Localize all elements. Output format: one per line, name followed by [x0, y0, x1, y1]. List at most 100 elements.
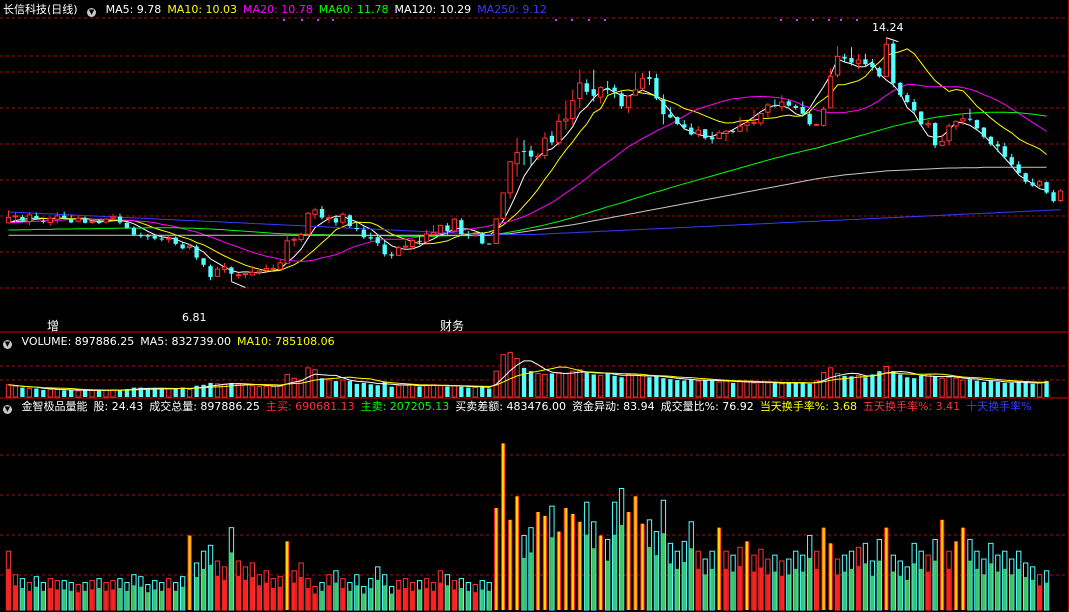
candle-body-up — [214, 268, 221, 277]
volume-bar-up — [75, 390, 81, 398]
indicator-bar-fill — [905, 579, 909, 610]
candle-body-down — [612, 87, 617, 92]
indicator-bar-fill — [369, 588, 373, 610]
volume-bar-up — [639, 375, 646, 398]
candle-body-down — [131, 227, 137, 235]
high-price-value: 14.24 — [872, 21, 904, 34]
candle-body-down — [1030, 182, 1035, 186]
marker-zeng[interactable]: 增 — [47, 319, 65, 333]
volume-bar-down — [173, 388, 178, 397]
candle-body-down — [208, 266, 213, 277]
volume-bar-down — [584, 372, 589, 397]
indicator-bar-fill — [201, 568, 206, 610]
indicator-bar-fill — [264, 582, 268, 610]
candle-body-down — [661, 99, 666, 115]
candle-body-up — [1057, 190, 1064, 201]
candle-body-up — [437, 224, 444, 234]
candle-body-down — [1016, 164, 1021, 173]
volume-bar-down — [863, 377, 868, 397]
volume-bar-up — [716, 381, 722, 398]
volume-bar-down — [800, 382, 805, 397]
indicator-bar-fill — [842, 571, 847, 610]
candle-body-down — [368, 237, 373, 239]
indicator-bar-fill — [773, 571, 777, 610]
candle-body-down — [1009, 157, 1014, 165]
price-header: 长信科技(日线) ▼ MA5: 9.78 MA10: 10.03 MA20: 10.… — [3, 3, 559, 17]
volume-bar-up — [535, 373, 541, 398]
indicator-collapse-icon[interactable]: ▼ — [3, 405, 12, 414]
candles — [5, 19, 1064, 289]
candle-body-down — [445, 225, 450, 232]
candle-body-up — [186, 245, 193, 248]
indicator-bar-fill — [968, 560, 972, 610]
indicator-bar-fill — [417, 589, 422, 610]
volume-bar-up — [54, 388, 60, 398]
volume-collapse-icon[interactable]: ▼ — [3, 340, 12, 349]
volume-bar-down — [661, 378, 666, 397]
indicator-legend: 金智极品量能 股: 24.43 成交总量: 897886.25 主买: 690681.… — [22, 400, 1038, 413]
volume-bar-down — [932, 376, 938, 397]
candle-body-down — [466, 234, 471, 236]
candle-body-up — [54, 215, 60, 220]
volume-bar-up — [326, 379, 332, 398]
indicator-bar-fill — [445, 585, 450, 610]
indicator-bar-fill — [870, 575, 875, 610]
volume-bar-up — [47, 388, 53, 398]
volume-bar-down — [682, 380, 687, 397]
candle-body-up — [500, 192, 506, 220]
volume-bar-up — [110, 389, 116, 398]
indicator-bar-fill — [473, 592, 477, 610]
candle-body-up — [639, 78, 646, 89]
candle-body-down — [194, 246, 199, 258]
indicator-bar-fill — [83, 590, 87, 610]
volume-bar-up — [242, 384, 249, 398]
indicator-bar-fill — [856, 566, 861, 610]
volume-bar-up — [542, 373, 548, 398]
indicator-bar-fill — [1017, 568, 1021, 610]
indicator-bar-fill — [863, 563, 868, 610]
marker-cai[interactable]: 财务 — [440, 319, 470, 333]
stock-chart — [0, 0, 1069, 612]
indicator-bar-strong-inner — [564, 508, 568, 610]
low-label: 6.81 — [182, 311, 213, 325]
indicator-bar-strong-inner — [578, 521, 581, 610]
volume-bar-down — [1030, 383, 1035, 397]
signal-dot — [812, 19, 814, 21]
indicator-bar-fill — [125, 590, 129, 610]
volume-bar-up — [249, 385, 255, 398]
candle-body-up — [765, 104, 771, 113]
candle-body-up — [451, 218, 458, 232]
indicator-bar-fill — [243, 579, 248, 610]
candle-body-down — [69, 218, 74, 223]
indicator-bar-fill — [919, 568, 923, 610]
candle-body-down — [354, 228, 359, 230]
collapse-icon[interactable]: ▼ — [87, 8, 97, 17]
indicator-bar-fill — [146, 592, 150, 610]
indicator-bar-fill — [306, 588, 310, 610]
candle-body-up — [256, 270, 262, 273]
candle-body-down — [772, 105, 778, 107]
indicator-bar-strong-inner — [495, 508, 498, 610]
indicator-bar-fill — [215, 575, 220, 610]
candle-body-down — [584, 83, 589, 92]
volume-bar-down — [34, 388, 39, 397]
volume-bar-up — [960, 379, 966, 398]
candle-body-up — [270, 267, 276, 270]
candle-body-down — [654, 78, 659, 99]
indicator-bar-fill — [236, 575, 241, 610]
indicator-bar-fill — [675, 568, 679, 610]
indicator-bar-fill — [222, 579, 227, 610]
indicator-legend-item-10: 十天换手率% — [966, 400, 1032, 413]
volume-bar-up — [402, 384, 409, 398]
volume-bar-down — [612, 375, 617, 397]
candle-body-down — [981, 127, 987, 137]
indicator-bar-fill — [334, 582, 338, 610]
indicator-bar-fill — [605, 560, 610, 610]
indicator-bar-fill — [271, 588, 275, 610]
candle-body-up — [402, 245, 409, 248]
volume-bar-down — [689, 379, 694, 397]
ma-legend-item-4: MA120: 10.29 — [394, 3, 472, 16]
indicator-bar-fill — [661, 533, 666, 610]
indicator-bar-fill — [891, 571, 895, 610]
ma-line-ma10 — [8, 48, 1047, 272]
